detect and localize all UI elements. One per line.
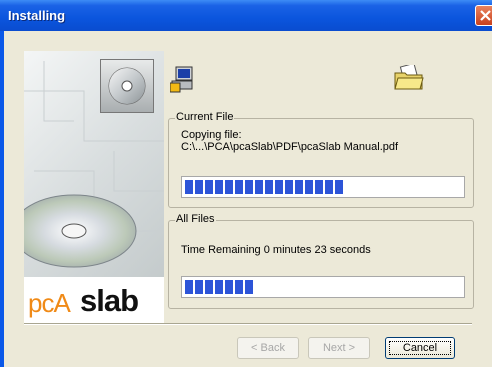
- progress-block: [195, 280, 203, 294]
- current-file-group: Current File Copying file: C:\...\PCA\pc…: [168, 111, 474, 208]
- progress-block: [205, 180, 213, 194]
- window-title: Installing: [8, 8, 66, 23]
- installer-window: Installing pcA slab Current File Copying…: [0, 0, 492, 367]
- current-file-legend: Current File: [175, 111, 235, 123]
- progress-block: [235, 280, 243, 294]
- copying-label: Copying file:: [181, 129, 242, 141]
- progress-block: [305, 180, 313, 194]
- cd-icon: [100, 59, 154, 113]
- logo-main: slab: [80, 283, 139, 318]
- time-remaining: Time Remaining 0 minutes 23 seconds: [181, 244, 371, 256]
- progress-block: [225, 180, 233, 194]
- current-file-path: C:\...\PCA\pcaSlab\PDF\pcaSlab Manual.pd…: [181, 141, 399, 153]
- progress-block: [245, 280, 253, 294]
- open-folder-icon: [394, 65, 424, 90]
- progress-block: [215, 180, 223, 194]
- divider: [24, 323, 472, 325]
- progress-block: [315, 180, 323, 194]
- progress-block: [285, 180, 293, 194]
- progress-block: [215, 280, 223, 294]
- cancel-button[interactable]: Cancel: [385, 337, 455, 359]
- progress-block: [235, 180, 243, 194]
- back-button[interactable]: < Back: [237, 337, 299, 359]
- progress-block: [325, 180, 333, 194]
- progress-block: [335, 180, 343, 194]
- title-bar[interactable]: Installing: [0, 0, 492, 31]
- progress-block: [195, 180, 203, 194]
- close-button[interactable]: [475, 5, 492, 26]
- dialog-body: pcA slab Current File Copying file: C:\.…: [4, 31, 492, 367]
- all-files-legend: All Files: [175, 213, 216, 225]
- all-files-group: All Files Time Remaining 0 minutes 23 se…: [168, 213, 474, 309]
- progress-block: [245, 180, 253, 194]
- focus-ring: [389, 341, 451, 355]
- logo-prefix: pcA: [28, 288, 71, 318]
- pcaslab-logo: pcA slab: [24, 277, 164, 323]
- side-image: pcA slab: [24, 51, 164, 323]
- progress-block: [295, 180, 303, 194]
- progress-block: [185, 280, 193, 294]
- progress-block: [205, 280, 213, 294]
- computer-disk-icon: [170, 66, 193, 93]
- progress-block: [225, 280, 233, 294]
- next-button[interactable]: Next >: [308, 337, 370, 359]
- progress-block: [275, 180, 283, 194]
- all-files-progress: [181, 276, 465, 298]
- progress-block: [255, 180, 263, 194]
- close-icon: [480, 10, 491, 21]
- current-file-progress: [181, 176, 465, 198]
- progress-block: [265, 180, 273, 194]
- progress-block: [185, 180, 193, 194]
